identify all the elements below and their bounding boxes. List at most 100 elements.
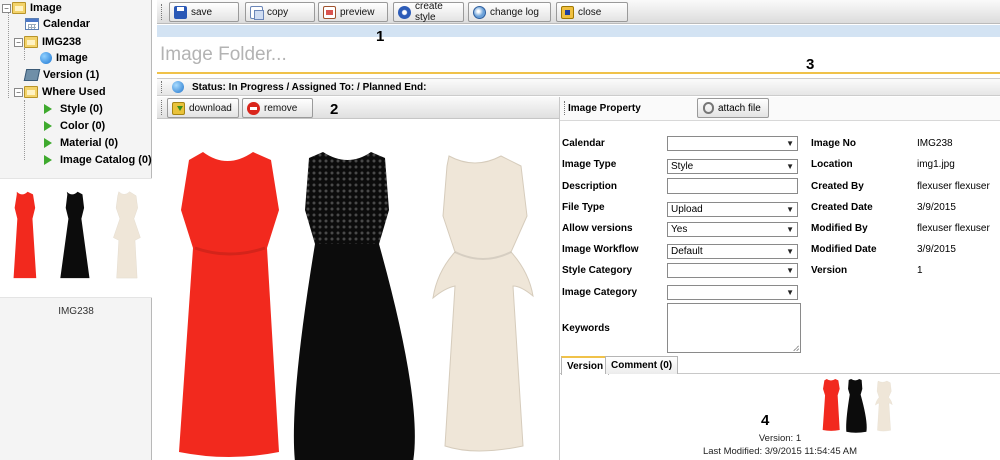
style-category-select[interactable]: ▼ — [667, 263, 798, 278]
attach-file-button[interactable]: attach file — [697, 98, 769, 118]
collapse-icon[interactable]: − — [2, 3, 11, 13]
paperclip-icon — [703, 102, 714, 114]
dropdown-arrow-icon: ▼ — [786, 288, 794, 297]
tree-item-label: IMG238 — [42, 36, 82, 48]
collapse-icon[interactable]: − — [14, 37, 23, 47]
image-thumbnail[interactable] — [0, 178, 152, 298]
image-toolbar-grip[interactable] — [161, 100, 163, 115]
tree-item-label: Calendar — [43, 18, 91, 30]
tab-version[interactable]: Version — [561, 356, 610, 375]
calendar-label: Calendar — [562, 138, 605, 149]
dropdown-arrow-icon: ▼ — [786, 139, 794, 148]
tree-item-label: Color (0) — [60, 120, 106, 132]
dropdown-arrow-icon: ▼ — [786, 247, 794, 256]
tree-item-calendar[interactable]: Calendar — [25, 16, 90, 32]
file-type-select[interactable]: Upload ▼ — [667, 202, 798, 217]
version-thumbnail[interactable] — [560, 377, 1000, 433]
remove-icon — [247, 101, 260, 115]
modified-date-label: Modified Date — [811, 244, 877, 255]
tree-item-label: Image Catalog (0) — [60, 154, 152, 166]
status-globe-icon — [172, 81, 184, 93]
collapse-icon[interactable]: − — [14, 87, 23, 97]
tree-item-where-used[interactable]: − Where Used — [14, 84, 106, 100]
created-by-value: flexuser flexuser — [917, 181, 990, 192]
modified-date-value: 3/9/2015 — [917, 244, 956, 255]
preview-button[interactable]: preview — [318, 2, 388, 22]
property-title: Image Property — [568, 103, 641, 114]
annotation-2: 2 — [330, 101, 339, 118]
modified-by-label: Modified By — [811, 223, 868, 234]
tree-item-image-root[interactable]: − Image — [2, 0, 62, 16]
tree-item-color[interactable]: Color (0) — [44, 118, 105, 134]
remove-label: remove — [264, 102, 298, 114]
remove-button[interactable]: remove — [242, 98, 313, 118]
download-label: download — [189, 102, 232, 114]
dropdown-arrow-icon: ▼ — [786, 162, 794, 171]
tree-item-version[interactable]: Version (1) — [23, 67, 100, 83]
description-label: Description — [562, 181, 618, 192]
tree-item-image-child[interactable]: Image — [40, 50, 88, 66]
tab-bar: Version Comment (0) — [560, 354, 1000, 375]
change-log-button[interactable]: change log — [468, 2, 551, 22]
property-grip — [564, 101, 566, 115]
annotation-3: 3 — [806, 56, 815, 73]
save-label: save — [191, 6, 213, 18]
image-workflow-value: Default — [671, 246, 703, 257]
dropdown-arrow-icon: ▼ — [786, 266, 794, 275]
download-icon — [172, 101, 185, 115]
property-header: Image Property attach file — [560, 97, 1000, 121]
status-bar: Status: In Progress / Assigned To: / Pla… — [157, 78, 1000, 96]
description-input[interactable] — [667, 178, 798, 194]
toolbar-grip[interactable] — [161, 4, 163, 20]
image-category-select[interactable]: ▼ — [667, 285, 798, 300]
save-icon — [174, 5, 187, 19]
play-icon — [44, 138, 52, 148]
change-log-label: change log — [490, 6, 539, 18]
red-dress — [179, 152, 279, 457]
tree-item-label: Style (0) — [60, 103, 103, 115]
image-workflow-label: Image Workflow — [562, 244, 639, 255]
copy-icon — [250, 5, 264, 20]
location-label: Location — [811, 159, 853, 170]
allow-versions-value: Yes — [671, 224, 688, 235]
create-style-label: create style — [415, 1, 443, 23]
version-value: 1 — [917, 265, 923, 276]
dropdown-arrow-icon: ▼ — [786, 205, 794, 214]
navigation-tree-panel: − Image Calendar − IMG238 Image Version … — [0, 0, 152, 460]
image-type-select[interactable]: Style ▼ — [667, 159, 798, 174]
image-workflow-select[interactable]: Default ▼ — [667, 244, 798, 259]
save-button[interactable]: save — [169, 2, 239, 22]
toolbar-divider-strip — [157, 25, 1000, 37]
attach-file-label: attach file — [718, 102, 761, 114]
tree-item-label: Material (0) — [60, 137, 119, 149]
layers-icon — [23, 69, 41, 81]
version-number-text: Version: 1 — [758, 433, 802, 444]
allow-versions-select[interactable]: Yes ▼ — [667, 222, 798, 237]
image-type-label: Image Type — [562, 159, 617, 170]
preview-label: preview — [340, 6, 375, 18]
tree-item-img238[interactable]: − IMG238 — [14, 34, 81, 50]
tree-item-label: Version (1) — [43, 69, 100, 81]
copy-label: copy — [267, 6, 289, 18]
tree-item-label: Image — [30, 2, 62, 14]
keywords-textarea[interactable] — [667, 303, 801, 353]
gear-icon — [398, 5, 411, 19]
tree-item-style[interactable]: Style (0) — [44, 101, 103, 117]
image-category-label: Image Category — [562, 287, 638, 298]
image-no-value: IMG238 — [917, 138, 953, 149]
tree-item-material[interactable]: Material (0) — [44, 135, 118, 151]
copy-button[interactable]: copy — [245, 2, 315, 22]
tree-item-image-catalog[interactable]: Image Catalog (0) — [44, 152, 152, 168]
tab-comment[interactable]: Comment (0) — [605, 356, 679, 374]
annotation-1: 1 — [376, 28, 385, 45]
title-underline — [157, 72, 1000, 74]
image-no-label: Image No — [811, 138, 857, 149]
folder-icon — [12, 2, 26, 14]
download-button[interactable]: download — [167, 98, 239, 118]
create-style-button[interactable]: create style — [393, 1, 464, 23]
status-text: Status: In Progress / Assigned To: / Pla… — [192, 81, 427, 93]
file-type-value: Upload — [671, 204, 703, 215]
calendar-select[interactable]: ▼ — [667, 136, 798, 151]
image-preview[interactable] — [157, 120, 559, 460]
close-button[interactable]: close — [556, 2, 628, 22]
